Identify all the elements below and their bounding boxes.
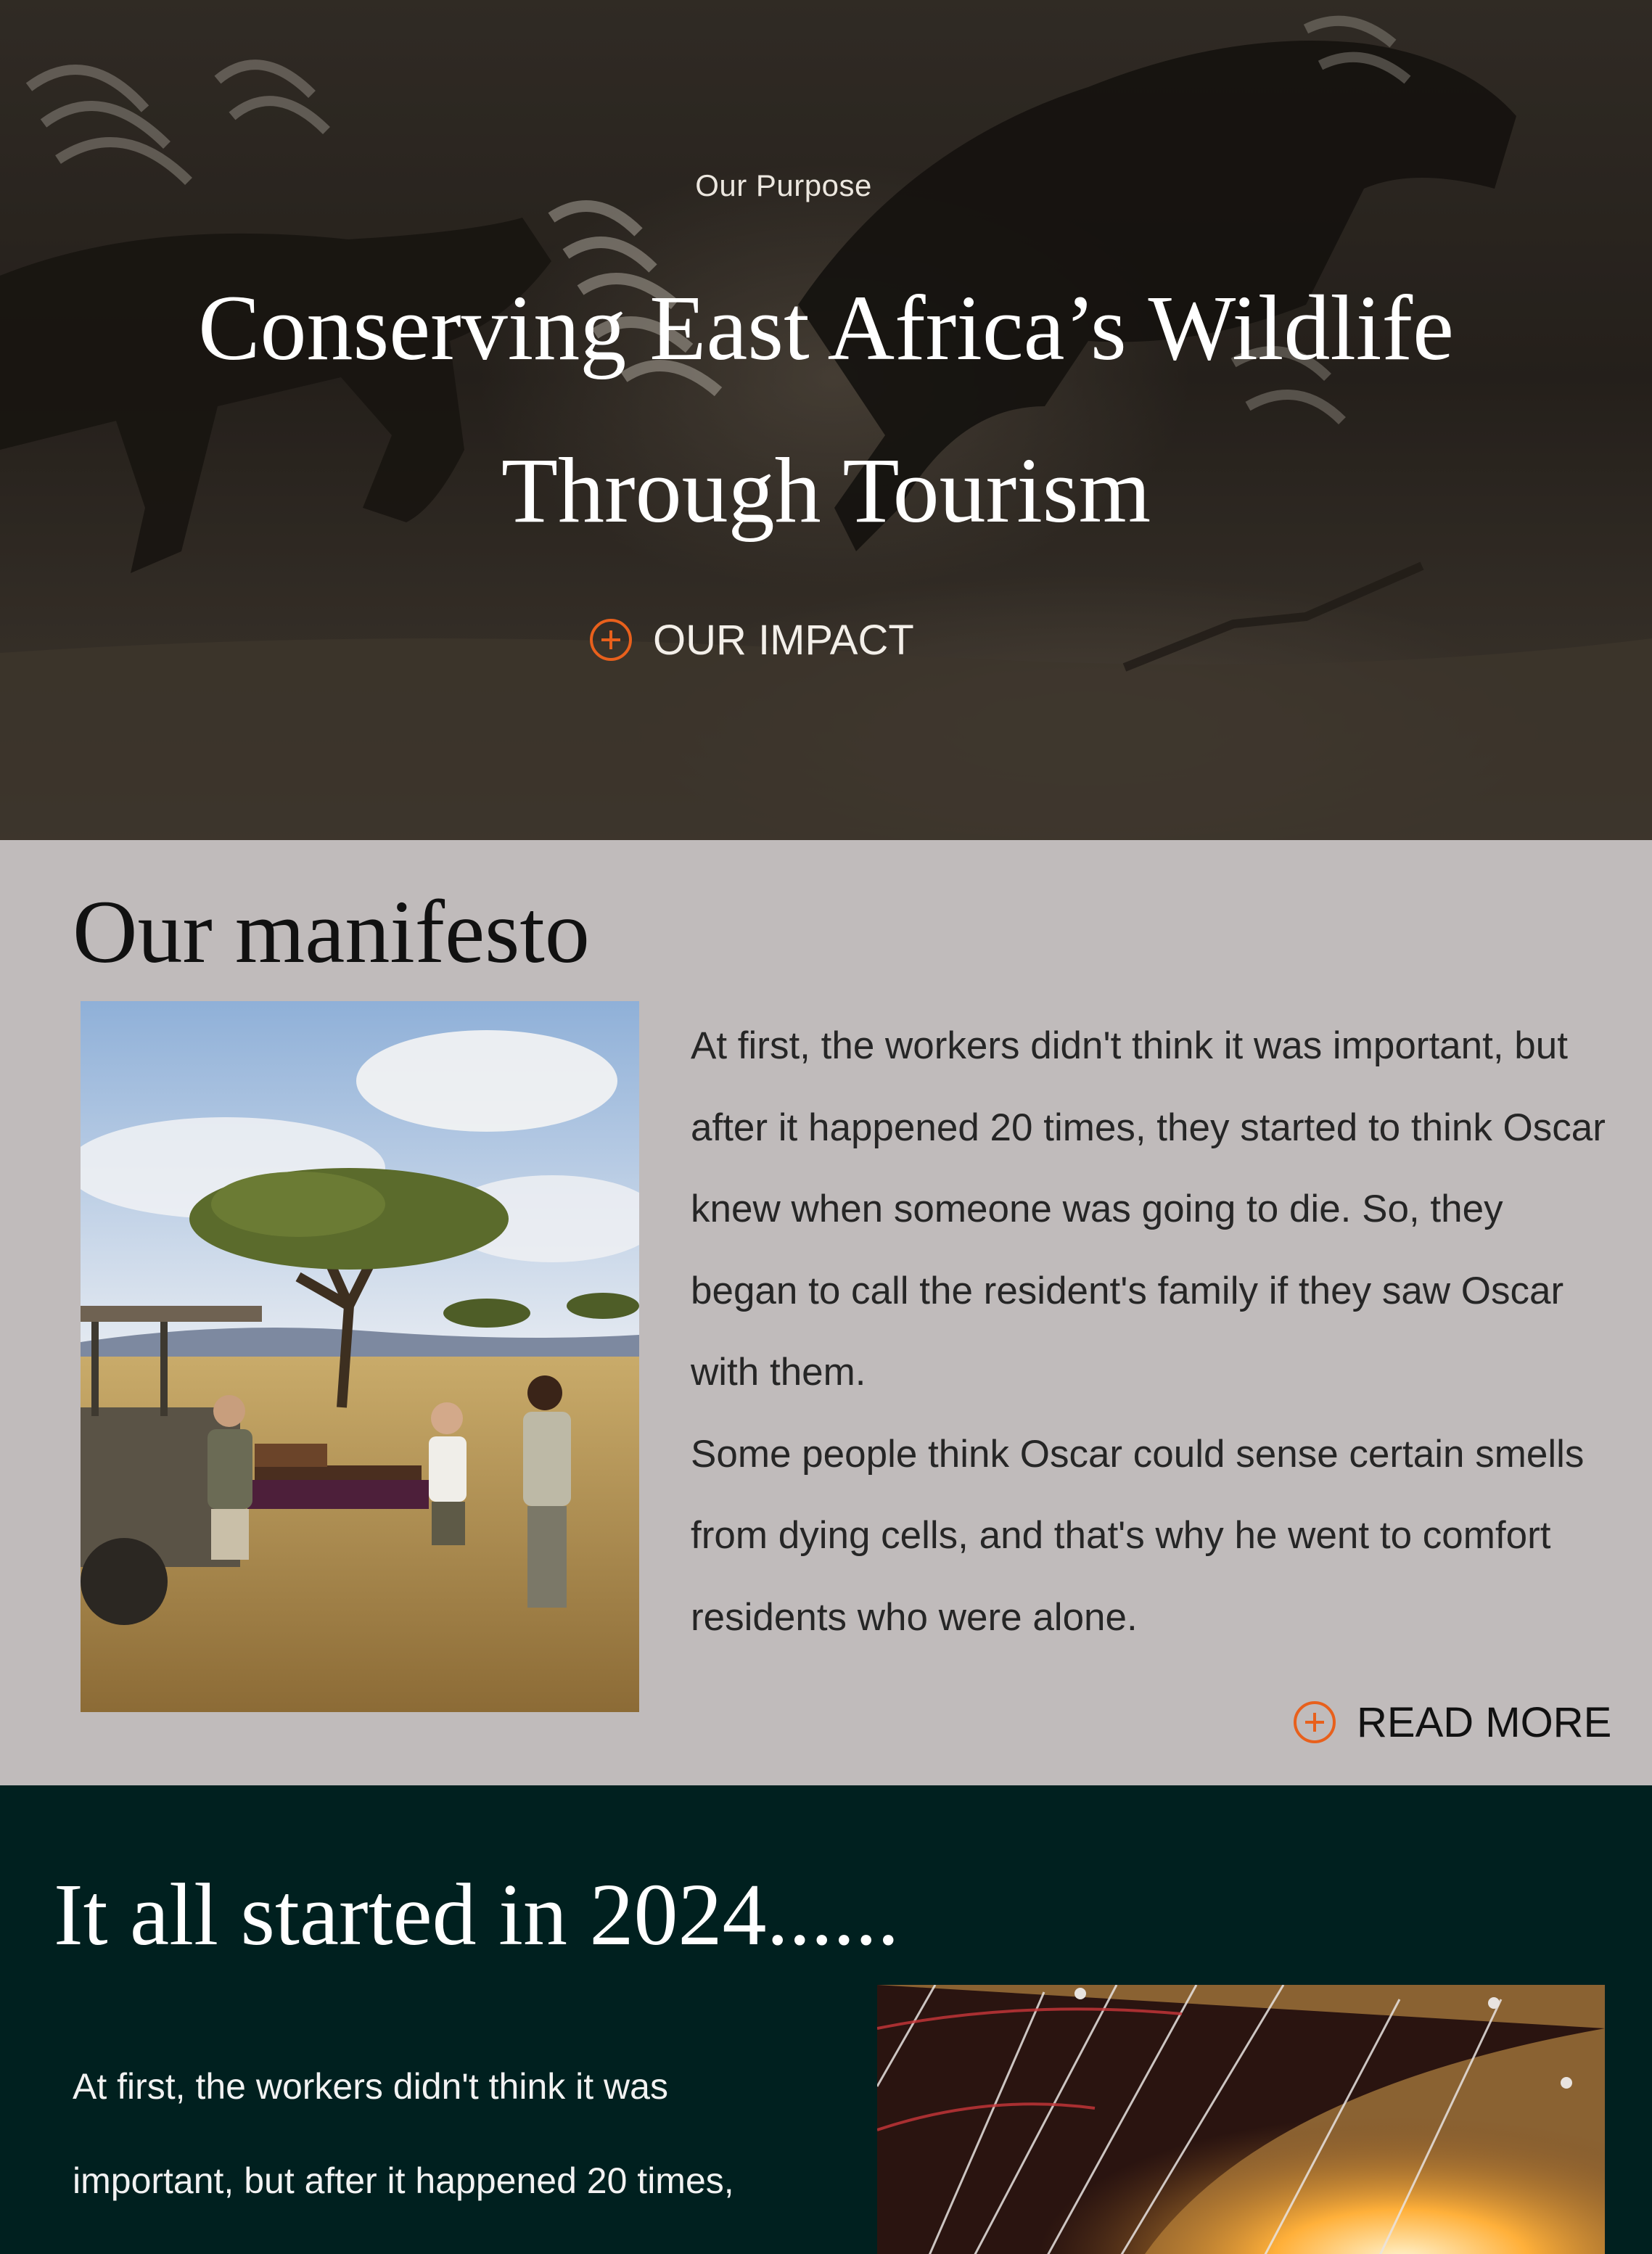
safari-photo — [81, 1001, 639, 1712]
safari-photo-image — [81, 1001, 639, 1712]
manifesto-section: Our manifesto At first, the workers didn… — [0, 840, 1652, 1785]
manifesto-heading: Our manifesto — [73, 882, 590, 982]
manifesto-paragraph-1: At first, the workers didn't think it wa… — [691, 1024, 1606, 1394]
plus-circle-icon — [1294, 1701, 1336, 1743]
manifesto-paragraph-2: Some people think Oscar could sense cert… — [691, 1432, 1585, 1639]
hero-section: Our Purpose Conserving East Africa’s Wil… — [0, 0, 1652, 840]
hero-title-line2: Through Tourism — [501, 439, 1151, 542]
hero-title: Conserving East Africa’s Wildlife Throug… — [0, 247, 1652, 572]
our-impact-button[interactable]: OUR IMPACT — [589, 614, 914, 666]
story-body: At first, the workers didn't think it wa… — [73, 2039, 813, 2254]
story-section: It all started in 2024...... At first, t… — [0, 1785, 1652, 2254]
read-more-button[interactable]: READ MORE — [1293, 1693, 1611, 1751]
story-heading: It all started in 2024...... — [54, 1866, 900, 1964]
read-more-label: READ MORE — [1357, 1698, 1612, 1746]
our-impact-label: OUR IMPACT — [653, 616, 914, 664]
plus-circle-icon — [590, 619, 632, 661]
hero-eyebrow: Our Purpose — [695, 168, 872, 202]
hero-title-line1: Conserving East Africa’s Wildlife — [198, 276, 1454, 379]
manifesto-body: At first, the workers didn't think it wa… — [691, 1005, 1612, 1658]
story-paragraph: At first, the workers didn't think it wa… — [73, 2066, 734, 2201]
hot-air-balloon-photo — [877, 1985, 1605, 2254]
hot-air-balloon-image — [877, 1985, 1605, 2254]
